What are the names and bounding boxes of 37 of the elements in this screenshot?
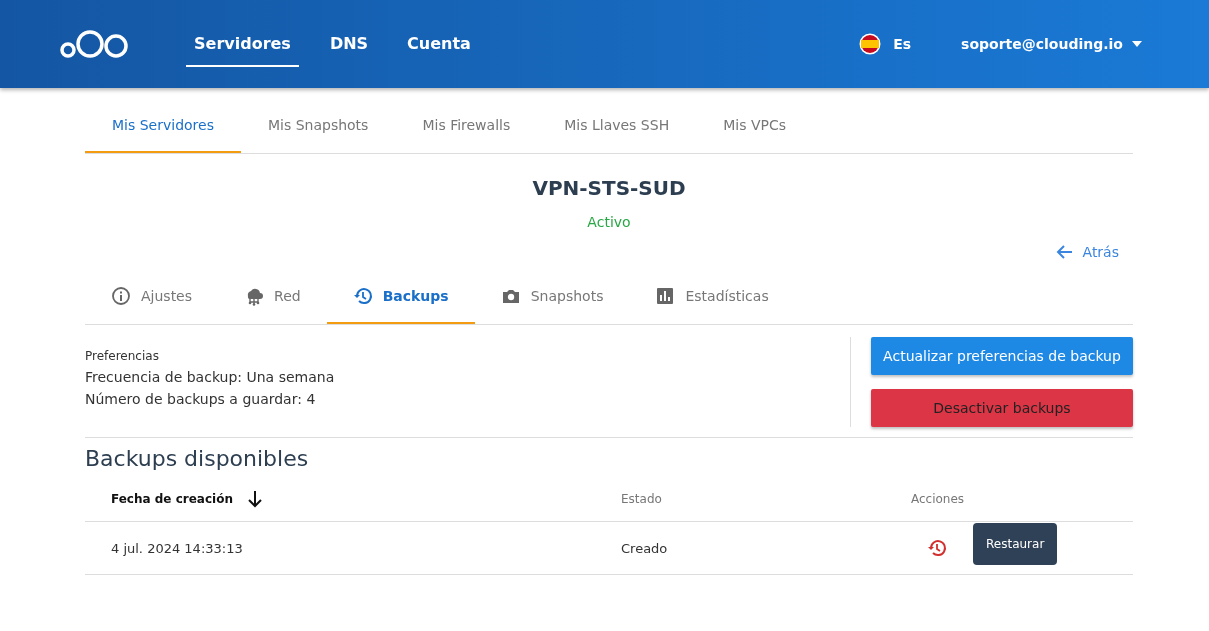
server-status: Activo — [586, 214, 632, 230]
flag-icon[interactable] — [859, 33, 882, 55]
disable-button[interactable]: Desactivar backups — [871, 389, 1133, 427]
update-button[interactable]: Actualizar preferencias de backup — [871, 337, 1133, 375]
server-tab[interactable]: Backups — [326, 272, 475, 324]
language-selector[interactable]: Es — [893, 36, 912, 52]
server-tab[interactable]: Red — [218, 272, 327, 324]
caret-icon[interactable] — [1131, 40, 1143, 48]
account-menu[interactable]: soporte@clouding.io — [961, 36, 1123, 52]
column-header[interactable]: Fecha de creación — [111, 489, 621, 509]
section-tab[interactable]: Mis VPCs — [696, 100, 813, 153]
nav-tab[interactable]: Cuenta — [399, 21, 479, 67]
restore-icon[interactable] — [927, 538, 947, 558]
section-tab[interactable]: Mis Llaves SSH — [537, 100, 697, 153]
preference-text: Número de backups a guardar: 4 — [85, 391, 317, 407]
tooltip: Restaurar — [973, 523, 1058, 565]
info-icon — [111, 286, 131, 306]
server-tab[interactable]: Estadísticas — [629, 272, 795, 324]
nav-tab[interactable]: Servidores — [186, 21, 299, 67]
preference-text: Frecuencia de backup: Una semana — [85, 369, 336, 385]
table-cell-text: 4 jul. 2024 14:33:13 — [111, 540, 244, 556]
nav-tab[interactable]: DNS — [321, 21, 377, 67]
section-heading: Backups disponibles — [85, 446, 310, 471]
section-tab[interactable]: Mis Firewalls — [395, 100, 538, 153]
server-name: VPN-STS-SUD — [531, 176, 687, 200]
server-tab[interactable]: Snapshots — [474, 272, 630, 324]
bar-chart-icon — [655, 286, 676, 306]
section-tab[interactable]: Mis Servidores — [85, 100, 241, 153]
column-header: Estado — [621, 492, 663, 506]
preferences-label: Preferencias — [85, 349, 160, 363]
logo-icon[interactable] — [60, 29, 130, 59]
column-header: Acciones — [911, 492, 966, 506]
back-link[interactable]: Atrás — [1054, 242, 1119, 262]
server-tab[interactable]: Ajustes — [85, 272, 219, 324]
section-tab[interactable]: Mis Snapshots — [240, 100, 396, 153]
history-icon — [352, 286, 373, 306]
table-cell-text: Creado — [621, 540, 669, 556]
